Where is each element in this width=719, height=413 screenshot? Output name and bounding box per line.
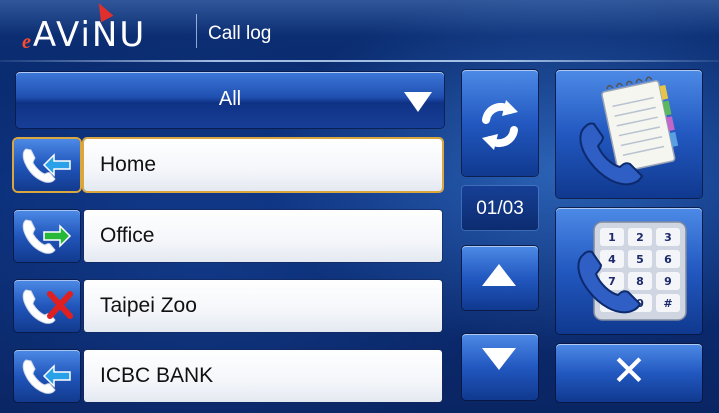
call-log-item[interactable]: Taipei Zoo bbox=[14, 280, 444, 332]
page-indicator-text: 01/03 bbox=[476, 198, 524, 219]
call-log-item-name: Home bbox=[100, 153, 157, 176]
missed-call-icon[interactable] bbox=[14, 280, 80, 332]
brand-logo: e AViNU bbox=[22, 0, 147, 55]
logo-prefix: e bbox=[22, 31, 31, 53]
call-log-item-name-box[interactable]: ICBC BANK bbox=[84, 350, 442, 402]
dialpad-key: 6 bbox=[664, 253, 672, 266]
call-log-item-name-box[interactable]: Home bbox=[84, 139, 442, 191]
call-log-item-name-box[interactable]: Office bbox=[84, 210, 442, 262]
scroll-down-button[interactable] bbox=[462, 334, 538, 400]
dialpad-button[interactable]: 1 2 3 4 5 6 7 8 9 * 0 # bbox=[556, 208, 702, 334]
call-log-item-name-box[interactable]: Taipei Zoo bbox=[84, 280, 442, 332]
phonebook-button[interactable] bbox=[556, 70, 702, 198]
dialpad-key: 5 bbox=[636, 253, 644, 266]
dialpad-key: 3 bbox=[664, 231, 672, 244]
call-log-item-name: ICBC BANK bbox=[100, 364, 214, 387]
refresh-button[interactable] bbox=[462, 70, 538, 176]
dialpad-key: 4 bbox=[608, 253, 616, 266]
page-title: Call log bbox=[208, 23, 272, 44]
incoming-call-icon[interactable] bbox=[14, 350, 80, 402]
call-log-item[interactable]: Office bbox=[14, 210, 444, 262]
dialpad-icon: 1 2 3 4 5 6 7 8 9 * 0 # bbox=[577, 221, 687, 321]
call-log-item[interactable]: ICBC BANK bbox=[14, 350, 444, 402]
title-separator bbox=[196, 14, 197, 48]
refresh-icon bbox=[482, 100, 518, 150]
header-divider bbox=[0, 60, 719, 62]
dialpad-key: 1 bbox=[608, 231, 616, 244]
close-icon: ✕ bbox=[611, 346, 647, 395]
dialpad-key: # bbox=[663, 297, 672, 310]
dialpad-key: 7 bbox=[608, 275, 616, 288]
call-log-item-name: Office bbox=[100, 224, 155, 247]
incoming-call-icon[interactable] bbox=[14, 139, 80, 191]
arrow-down-icon bbox=[482, 348, 516, 370]
phonebook-icon bbox=[579, 76, 679, 186]
call-type-filter-dropdown[interactable]: All bbox=[16, 72, 444, 128]
call-log-item[interactable]: Home bbox=[14, 139, 444, 191]
close-button[interactable]: ✕ bbox=[556, 344, 702, 402]
logo-text: AViNU bbox=[32, 15, 147, 55]
outgoing-call-icon[interactable] bbox=[14, 210, 80, 262]
scroll-up-button[interactable] bbox=[462, 246, 538, 310]
dialpad-key: 2 bbox=[636, 231, 644, 244]
dialpad-key: 8 bbox=[636, 275, 644, 288]
arrow-up-icon bbox=[482, 264, 516, 286]
dialpad-key: 9 bbox=[664, 275, 672, 288]
dropdown-arrow-icon bbox=[404, 92, 432, 112]
call-log-item-name: Taipei Zoo bbox=[100, 294, 197, 317]
filter-selected-label: All bbox=[218, 88, 242, 110]
page-indicator: 01/03 bbox=[462, 186, 538, 230]
